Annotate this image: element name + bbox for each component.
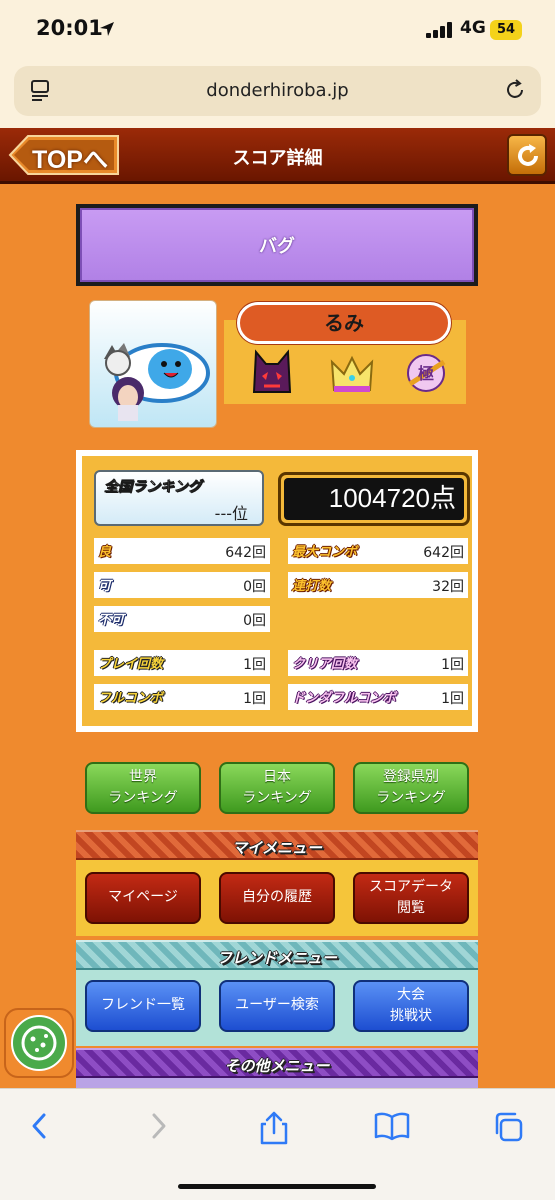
stat-row-bad: 不可 0回 [94, 606, 270, 632]
stat-value: 32回 [432, 579, 464, 595]
page-title: スコア詳細 [232, 148, 323, 169]
stat-value: 1回 [441, 691, 464, 707]
button-line-2: ランキング [242, 790, 312, 806]
button-line-1: スコアデータ [369, 879, 453, 895]
user-search-button[interactable]: ユーザー検索 [219, 980, 335, 1032]
stat-row-donda-full-combo: ドンダフルコンボ 1回 [288, 684, 468, 710]
button-line-2: ランキング [376, 790, 446, 806]
oni-difficulty-icon [252, 349, 292, 393]
button-line-1: 登録県別 [383, 769, 439, 785]
mypage-button[interactable]: マイページ [85, 872, 201, 924]
friend-list-button[interactable]: フレンド一覧 [85, 980, 201, 1032]
reload-icon[interactable] [503, 78, 527, 102]
forward-icon[interactable] [144, 1111, 172, 1141]
stat-row-full-combo: フルコンボ 1回 [94, 684, 270, 710]
status-bar: 20:01 4G 54 [0, 0, 555, 60]
battery-indicator: 54 [490, 20, 522, 40]
button-line-2: 挑戦状 [390, 1008, 432, 1024]
ranking-label: 全国ランキング [104, 479, 202, 496]
stat-label: 可 [98, 579, 112, 594]
stat-row-drumroll: 連打数 32回 [288, 572, 468, 598]
cookie-icon [11, 1015, 67, 1071]
stat-label: 最大コンボ [292, 545, 358, 560]
button-label: フレンド一覧 [101, 997, 185, 1013]
url-text[interactable]: donderhiroba.jp [14, 80, 541, 101]
score-data-button[interactable]: スコアデータ 閲覧 [353, 872, 469, 924]
status-time: 20:01 [36, 16, 103, 40]
tournament-challenge-button[interactable]: 大会 挑戦状 [353, 980, 469, 1032]
cookie-settings-button[interactable] [4, 1008, 74, 1078]
stat-row-clear-count: クリア回数 1回 [288, 650, 468, 676]
other-menu-panel [76, 1078, 478, 1088]
button-label: 自分の履歴 [242, 889, 312, 905]
stat-label: 不可 [98, 613, 125, 628]
friend-menu-header: フレンドメニュー [76, 940, 478, 970]
stat-value: 1回 [441, 657, 464, 673]
stat-row-max-combo: 最大コンボ 642回 [288, 538, 468, 564]
score-detail-panel: 全国ランキング ---位 1004720点 良 642回 最大コンボ 642回 … [76, 450, 478, 732]
japan-ranking-button[interactable]: 日本 ランキング [219, 762, 335, 814]
stat-value: 0回 [243, 613, 266, 629]
stat-value: 0回 [243, 579, 266, 595]
share-icon[interactable] [258, 1111, 290, 1145]
main-content: バグ るみ 極 全国ランキング ---位 1004720点 良 642回 最大コ… [0, 184, 555, 1088]
stat-value: 642回 [423, 545, 464, 561]
kiwami-rank-icon: 極 [407, 354, 446, 392]
tabs-icon[interactable] [492, 1111, 524, 1143]
stat-row-good: 良 642回 [94, 538, 270, 564]
back-icon[interactable] [26, 1111, 54, 1141]
button-label: マイページ [108, 889, 178, 905]
other-menu-header: その他メニュー [76, 1048, 478, 1078]
world-ranking-button[interactable]: 世界 ランキング [85, 762, 201, 814]
stat-row-play-count: プレイ回数 1回 [94, 650, 270, 676]
score-box: 1004720点 [278, 472, 470, 526]
app-header: TOPへ スコア詳細 [0, 128, 555, 184]
stat-value: 1回 [243, 691, 266, 707]
stat-label: プレイ回数 [98, 657, 164, 672]
national-ranking-box: 全国ランキング ---位 [94, 470, 264, 526]
button-line-1: 日本 [263, 769, 291, 785]
button-line-2: ランキング [108, 790, 178, 806]
my-history-button[interactable]: 自分の履歴 [219, 872, 335, 924]
stat-row-ok: 可 0回 [94, 572, 270, 598]
ranking-value: ---位 [214, 504, 248, 523]
refresh-icon [518, 144, 538, 166]
prefecture-ranking-button[interactable]: 登録県別 ランキング [353, 762, 469, 814]
song-title: バグ [80, 208, 474, 282]
stat-label: 連打数 [292, 579, 332, 594]
button-label: ユーザー検索 [235, 997, 319, 1013]
button-line-1: 世界 [129, 769, 157, 785]
refresh-button[interactable] [507, 134, 547, 176]
address-bar[interactable]: donderhiroba.jp [14, 66, 541, 116]
player-avatar [89, 300, 217, 428]
don-chan-avatar-icon [104, 343, 210, 421]
home-indicator [178, 1184, 376, 1189]
stat-value: 1回 [243, 657, 266, 673]
bookmarks-icon[interactable] [374, 1111, 410, 1141]
signal-bars-icon [426, 22, 452, 38]
stat-label: ドンダフルコンボ [292, 691, 396, 706]
total-score: 1004720点 [284, 478, 464, 520]
stat-label: 良 [98, 545, 112, 560]
svg-text:極: 極 [417, 364, 434, 383]
button-line-2: 閲覧 [397, 900, 425, 916]
my-menu-header: マイメニュー [76, 830, 478, 860]
player-name: るみ [237, 302, 451, 344]
location-arrow-icon [100, 22, 114, 36]
stat-value: 642回 [225, 545, 266, 561]
my-menu-title: マイメニュー [231, 839, 322, 857]
song-title-panel: バグ [76, 204, 478, 286]
network-type: 4G [460, 18, 486, 38]
stat-label: クリア回数 [292, 657, 358, 672]
stat-label: フルコンボ [98, 691, 163, 706]
button-line-1: 大会 [397, 987, 425, 1003]
other-menu-title: その他メニュー [224, 1057, 330, 1075]
rainbow-crown-icon [330, 355, 374, 392]
friend-menu-title: フレンドメニュー [216, 949, 337, 967]
